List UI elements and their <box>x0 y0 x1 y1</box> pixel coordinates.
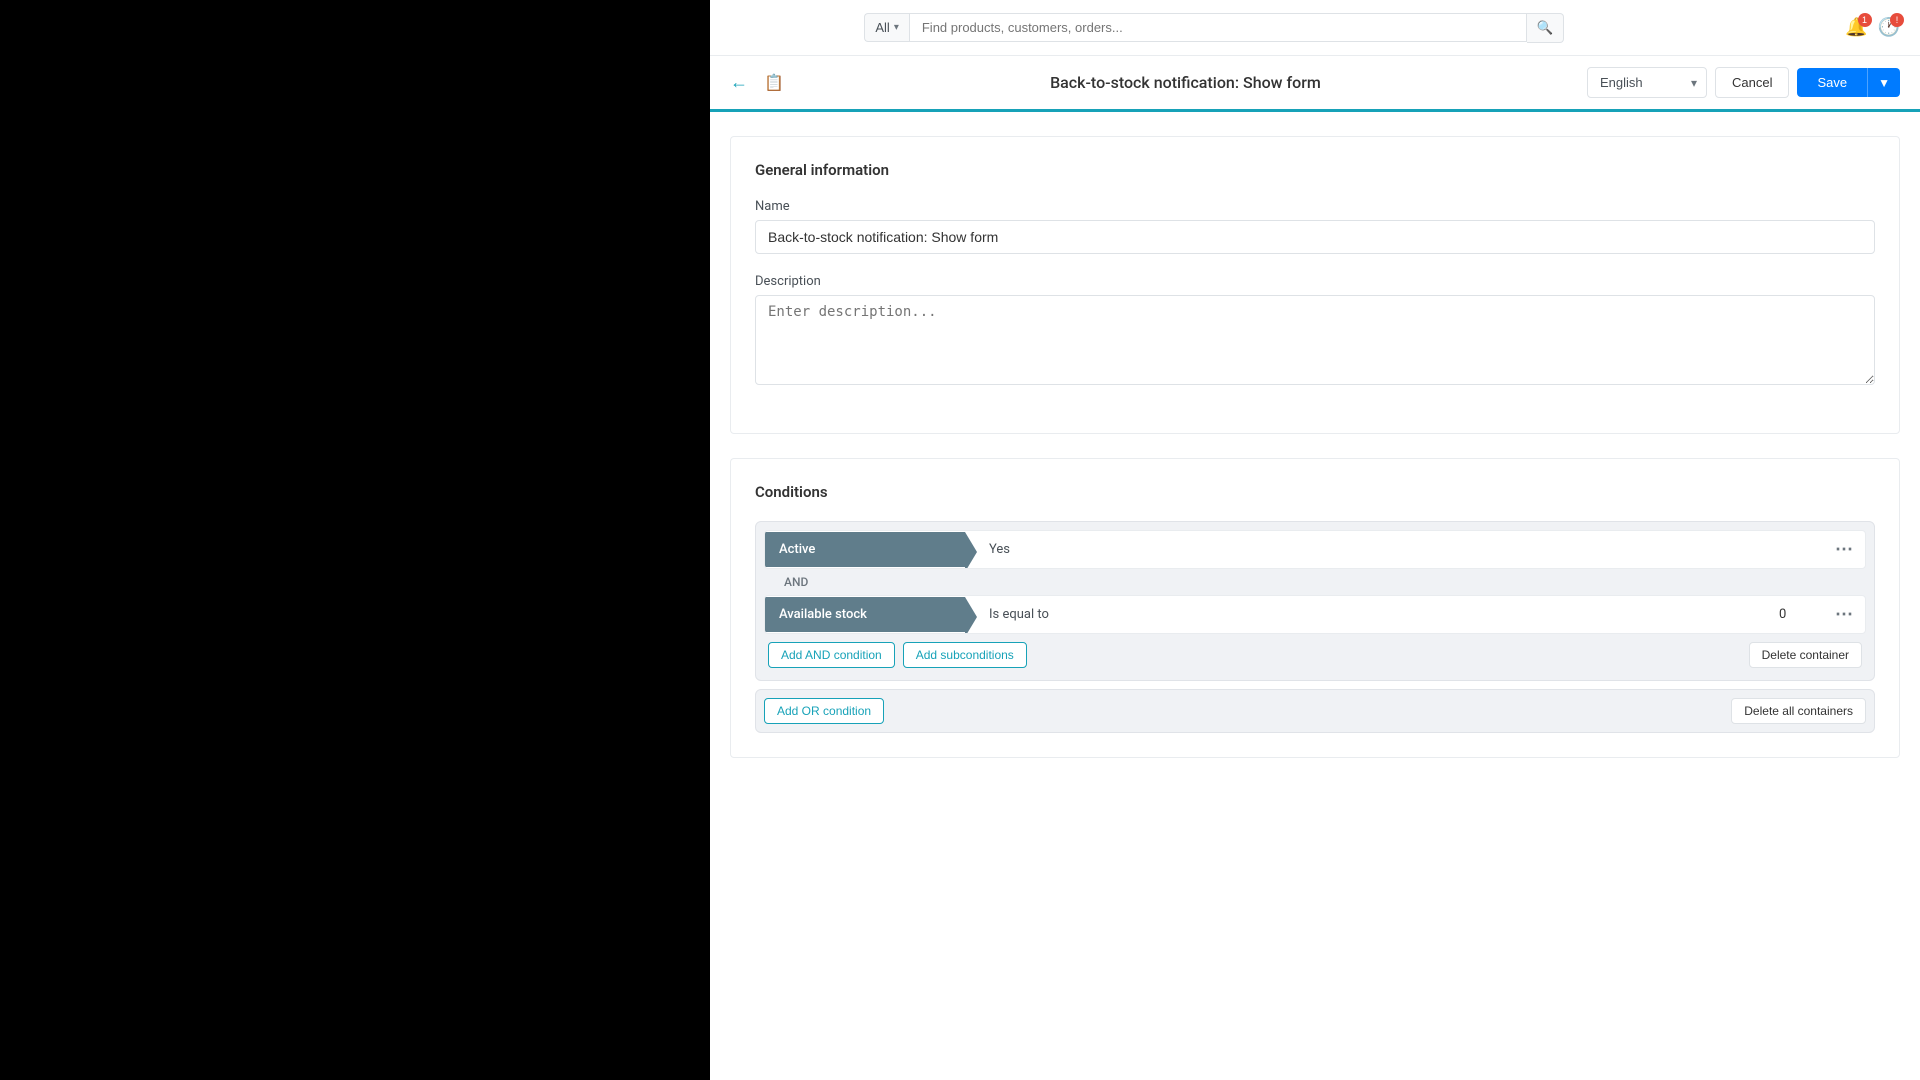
top-nav: All ▾ 🔍 🔔 1 🕐 ! <box>710 0 1920 56</box>
copy-icon: 📋 <box>764 73 784 93</box>
notification-badge: 1 <box>1858 13 1872 27</box>
condition-actions-row: Add AND condition Add subconditions Dele… <box>764 634 1866 672</box>
condition-row-active: Active Yes ⋯ <box>764 530 1866 569</box>
add-and-condition-button[interactable]: Add AND condition <box>768 642 895 668</box>
save-dropdown-button[interactable]: ▼ <box>1867 68 1900 97</box>
save-button[interactable]: Save <box>1797 68 1867 97</box>
sub-header: ← 📋 Back-to-stock notification: Show for… <box>710 56 1920 112</box>
available-stock-operator[interactable]: Is equal to <box>965 597 1763 632</box>
main-content: General information Name Description Con… <box>710 136 1920 822</box>
condition-block-1: Active Yes ⋯ AND Available stock Is equa… <box>755 521 1875 681</box>
add-or-condition-button[interactable]: Add OR condition <box>764 698 884 724</box>
header-actions: English Cancel Save ▼ <box>1587 67 1900 98</box>
general-info-title: General information <box>755 161 1875 179</box>
search-filter-label: All <box>875 20 889 35</box>
condition-row-available-stock: Available stock Is equal to 0 ⋯ <box>764 595 1866 634</box>
available-stock-value[interactable]: 0 <box>1763 597 1823 632</box>
name-label: Name <box>755 199 1875 214</box>
copy-button[interactable]: 📋 <box>764 73 784 93</box>
search-filter-button[interactable]: All ▾ <box>864 13 908 42</box>
back-button[interactable]: ← <box>730 72 748 93</box>
active-condition-tag[interactable]: Active <box>765 532 965 567</box>
active-condition-operator[interactable]: Yes <box>965 532 1823 567</box>
name-form-group: Name <box>755 199 1875 254</box>
language-select[interactable]: English <box>1587 67 1707 98</box>
search-button[interactable]: 🔍 <box>1527 13 1565 43</box>
nav-icons: 🔔 1 🕐 ! <box>1845 17 1900 38</box>
alert-badge: ! <box>1890 13 1904 27</box>
back-arrow-icon: ← <box>730 72 748 93</box>
active-condition-menu-button[interactable]: ⋯ <box>1823 531 1865 568</box>
available-stock-menu-button[interactable]: ⋯ <box>1823 596 1865 633</box>
language-dropdown[interactable]: English <box>1587 67 1707 98</box>
and-label: AND <box>764 569 1866 595</box>
page-title: Back-to-stock notification: Show form <box>800 73 1571 92</box>
search-icon: 🔍 <box>1537 20 1554 35</box>
conditions-section: Conditions Active Yes ⋯ AND Available st… <box>730 458 1900 758</box>
description-textarea[interactable] <box>755 295 1875 385</box>
chevron-down-icon: ▾ <box>894 22 899 33</box>
cancel-button[interactable]: Cancel <box>1715 67 1789 98</box>
notifications-button[interactable]: 🔔 1 <box>1845 17 1867 38</box>
available-stock-condition-tag[interactable]: Available stock <box>765 597 965 632</box>
alerts-button[interactable]: 🕐 ! <box>1878 17 1900 38</box>
name-input[interactable] <box>755 220 1875 254</box>
condition-block-2: Add OR condition Delete all containers <box>755 689 1875 733</box>
search-bar: All ▾ 🔍 <box>864 13 1564 43</box>
chevron-down-icon: ▼ <box>1878 76 1890 90</box>
general-info-section: General information Name Description <box>730 136 1900 434</box>
add-subconditions-button[interactable]: Add subconditions <box>903 642 1027 668</box>
description-form-group: Description <box>755 274 1875 389</box>
conditions-title: Conditions <box>755 483 1875 501</box>
save-button-group: Save ▼ <box>1797 68 1900 97</box>
delete-container-button[interactable]: Delete container <box>1749 642 1862 668</box>
search-input[interactable] <box>909 13 1527 42</box>
delete-all-containers-button[interactable]: Delete all containers <box>1731 698 1866 724</box>
description-label: Description <box>755 274 1875 289</box>
